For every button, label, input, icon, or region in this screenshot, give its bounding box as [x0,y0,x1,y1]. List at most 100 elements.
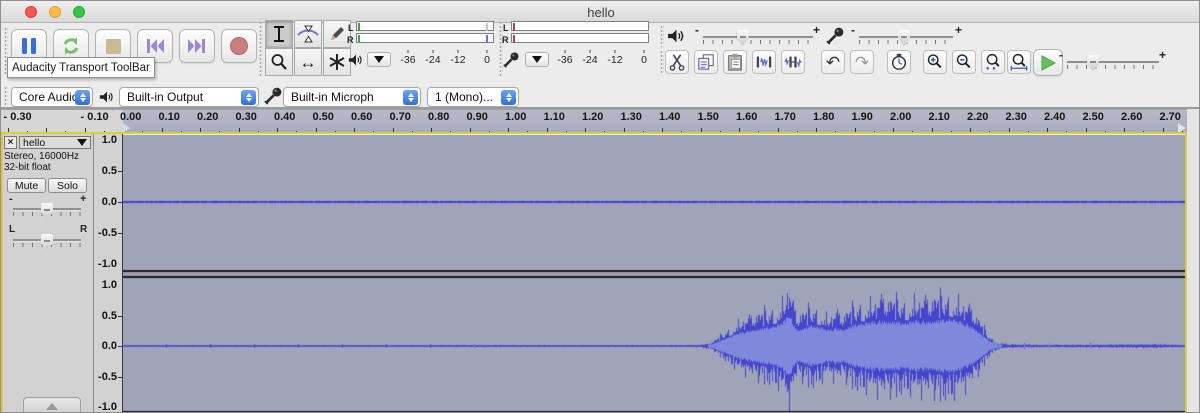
timeline-tick [796,130,798,134]
close-track-button[interactable]: × [4,136,17,149]
fit-selection-button[interactable] [981,50,1005,74]
timeshift-tool-button[interactable]: ↔ [294,48,322,76]
timeline-ruler[interactable]: - 0.30 - 0.10 0.00 0.10 0.20 0.30 0.40 0.50 0.60… [1,109,1187,134]
timeline-tick [931,128,933,134]
audio-host-select[interactable]: Core Audio [11,87,93,107]
device-toolbar-grip[interactable] [4,86,8,106]
timeline-tick [334,130,336,134]
timeshift-tool-icon: ↔ [299,52,317,72]
selection-tool-button[interactable] [265,20,293,48]
meter-scale-tick [407,50,409,53]
microphone-icon [502,51,520,69]
timeline-label: 2.20 [967,111,989,123]
stepper-icon [75,89,90,105]
copy-button[interactable] [694,50,718,74]
pan-slider[interactable] [13,234,81,250]
timeline-tick [450,130,452,134]
multi-tool-button[interactable] [323,48,351,76]
edit-toolbar-grip[interactable] [660,50,664,75]
playback-meter-right-bar[interactable] [356,33,494,43]
pan-thumb[interactable] [41,234,53,250]
clock-icon [890,53,908,71]
collapse-track-button[interactable] [23,397,81,412]
track-format-line1: Stereo, 16000Hz [4,151,80,162]
vertical-ruler-tick [118,171,122,172]
zoom-toggle-button[interactable] [887,50,911,74]
cut-button[interactable] [665,50,689,74]
input-device-select[interactable]: Built-in Microph [283,87,421,107]
timeline-label: 0.90 [466,111,488,123]
paste-button[interactable] [723,50,747,74]
tools-toolbar-grip[interactable] [259,21,263,76]
meter-scale-label: -36 [557,54,573,66]
pause-icon [22,38,36,54]
timeline-label: - 0.10 [80,111,109,123]
undo-button[interactable]: ↶ [821,50,845,74]
waveform-canvas[interactable] [123,135,1187,412]
copy-icon [697,53,715,71]
timeline-label: 0.00 [120,111,142,123]
vertical-ruler-label: -1.0 [98,401,117,413]
timeline-label: 2.00 [890,111,912,123]
vertical-ruler-tick [118,202,122,203]
output-device-speaker-icon [99,90,115,104]
gain-slider[interactable] [13,203,81,219]
skip-to-end-button[interactable] [179,29,215,63]
zoom-out-icon [955,53,973,71]
zoom-tool-button[interactable] [265,48,293,76]
timeline-label: 1.70 [774,111,796,123]
meter-peak-tick [358,35,360,43]
meter-scale-label: 0 [641,54,647,66]
timeline-tick [315,128,317,134]
waveform-area[interactable] [123,135,1187,412]
recording-meter-dropdown-button[interactable] [525,52,549,67]
fit-selection-icon [984,53,1002,71]
zoom-out-button[interactable] [952,50,976,74]
timeline-label: 2.70 [1159,111,1181,123]
input-channels-select[interactable]: 1 (Mono)... [427,87,519,107]
play-icon [1040,54,1056,71]
vertical-ruler-label: 0.0 [101,340,117,352]
output-device-value: Built-in Output [127,90,204,104]
envelope-tool-button[interactable] [294,20,322,48]
window-titlebar[interactable]: hello [1,1,1199,23]
timeline-label: 2.30 [1005,111,1027,123]
playback-meter-left-bar[interactable] [356,21,494,31]
input-volume-plus-label: + [955,23,963,37]
gain-thumb[interactable] [41,203,53,219]
playback-meter-dropdown-button[interactable] [367,52,391,67]
solo-button[interactable]: Solo [48,178,87,193]
record-button[interactable] [221,29,257,63]
input-volume-slider[interactable] [859,30,953,46]
silence-icon [784,53,802,71]
mixer-toolbar-grip[interactable] [660,25,664,47]
track-title-menu[interactable]: hello [19,136,91,149]
timeline-label: 1.00 [505,111,527,123]
mute-button[interactable]: Mute [7,178,46,193]
pan-left-label: L [9,224,16,235]
timeline-tick [835,130,837,134]
vertical-scale-ruler[interactable]: 1.0 0.5 0.0 -0.5 -1.0 1.0 0.5 0.0 -0.5 -1.0 [94,134,123,413]
meter-scale-tick [432,50,434,53]
output-device-select[interactable]: Built-in Output [119,87,259,107]
timeline-tick [546,128,548,134]
timeline-tick [200,128,201,134]
silence-selection-button[interactable] [781,50,805,74]
timeline-tick [989,130,991,134]
timeline-label: 2.50 [1082,111,1104,123]
trim-outside-selection-button[interactable] [752,50,776,74]
track-name: hello [23,136,46,149]
input-channels-value: 1 (Mono)... [435,90,494,104]
recording-meter-right-bar[interactable] [511,33,649,43]
timeline-tick [565,130,567,134]
fit-project-button[interactable] [1007,50,1031,74]
recording-meter-left-bar[interactable] [511,21,649,31]
meter-scale-label: -12 [450,54,466,66]
playback-speed-slider[interactable] [1067,55,1159,71]
timeline-label: 0.80 [428,111,450,123]
redo-button[interactable]: ↷ [850,50,874,74]
zoom-in-button[interactable] [923,50,947,74]
timeline-tick [585,128,586,134]
output-volume-slider[interactable] [703,30,813,46]
timeline-label: 1.90 [851,111,873,123]
